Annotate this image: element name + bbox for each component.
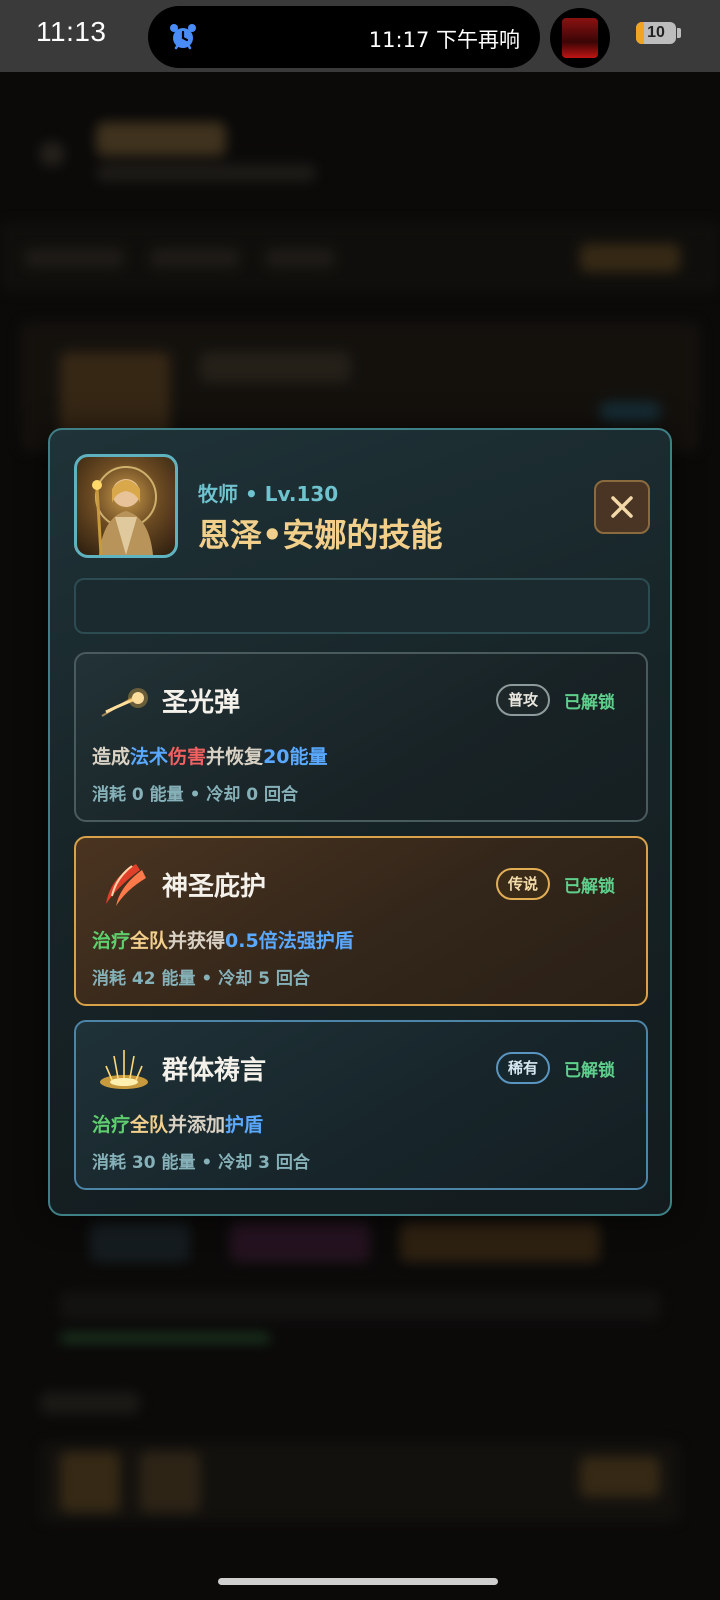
- skill-description: 治疗全队并添加护盾: [92, 1114, 264, 1136]
- skill-description: 治疗全队并获得0.5倍法强护盾: [92, 930, 354, 952]
- home-indicator[interactable]: [218, 1578, 498, 1585]
- skill-cost-cooldown: 消耗 42 能量 • 冷却 5 回合: [92, 969, 310, 989]
- alarm-snooze-text: 11:17 下午再响: [368, 28, 520, 52]
- skill-name: 神圣庇护: [162, 872, 267, 902]
- dialog-title: 恩泽•安娜的技能: [198, 516, 443, 554]
- skill-rarity-badge: 传说: [496, 868, 550, 900]
- clock: 11:13: [36, 16, 107, 47]
- skill-unlock-status: 已解锁: [564, 877, 615, 897]
- alarm-icon: [170, 24, 196, 50]
- skill-card[interactable]: 神圣庇护 传说 已解锁 治疗全队并获得0.5倍法强护盾 消耗 42 能量 • 冷…: [74, 836, 648, 1006]
- skill-name: 群体祷言: [162, 1056, 267, 1086]
- battery-level: 10: [647, 24, 665, 41]
- skills-dialog: 牧师 • Lv.130 恩泽•安娜的技能 圣光弹 普攻 已解锁 造成法术伤害并恢…: [48, 428, 672, 1216]
- divine-shield-icon: [106, 864, 146, 906]
- close-icon: [611, 496, 633, 518]
- hero-class-level: 牧师 • Lv.130: [198, 482, 339, 506]
- battery-icon: 10: [636, 22, 676, 44]
- holy-bolt-icon: [101, 688, 148, 717]
- skill-rarity-badge: 稀有: [496, 1052, 550, 1084]
- skill-rarity-badge: 普攻: [496, 684, 550, 716]
- dynamic-island[interactable]: 11:17 下午再响: [148, 6, 540, 68]
- close-button[interactable]: [594, 480, 650, 534]
- skill-card[interactable]: 圣光弹 普攻 已解锁 造成法术伤害并恢复20能量 消耗 0 能量 • 冷却 0 …: [74, 652, 648, 822]
- battery-cap: [677, 28, 681, 38]
- app-icon[interactable]: [550, 8, 610, 68]
- hero-portrait: [74, 454, 178, 558]
- skill-cost-cooldown: 消耗 0 能量 • 冷却 0 回合: [92, 785, 299, 805]
- mass-prayer-icon: [100, 1050, 148, 1089]
- skill-name: 圣光弹: [162, 688, 241, 718]
- status-bar: 11:13 11:17 下午再响 10: [0, 0, 720, 72]
- skill-card[interactable]: 群体祷言 稀有 已解锁 治疗全队并添加护盾 消耗 30 能量 • 冷却 3 回合: [74, 1020, 648, 1190]
- skill-filter-bar: [74, 578, 650, 634]
- skill-cost-cooldown: 消耗 30 能量 • 冷却 3 回合: [92, 1153, 310, 1173]
- skill-unlock-status: 已解锁: [564, 693, 615, 713]
- skill-description: 造成法术伤害并恢复20能量: [92, 746, 328, 768]
- skill-unlock-status: 已解锁: [564, 1061, 615, 1081]
